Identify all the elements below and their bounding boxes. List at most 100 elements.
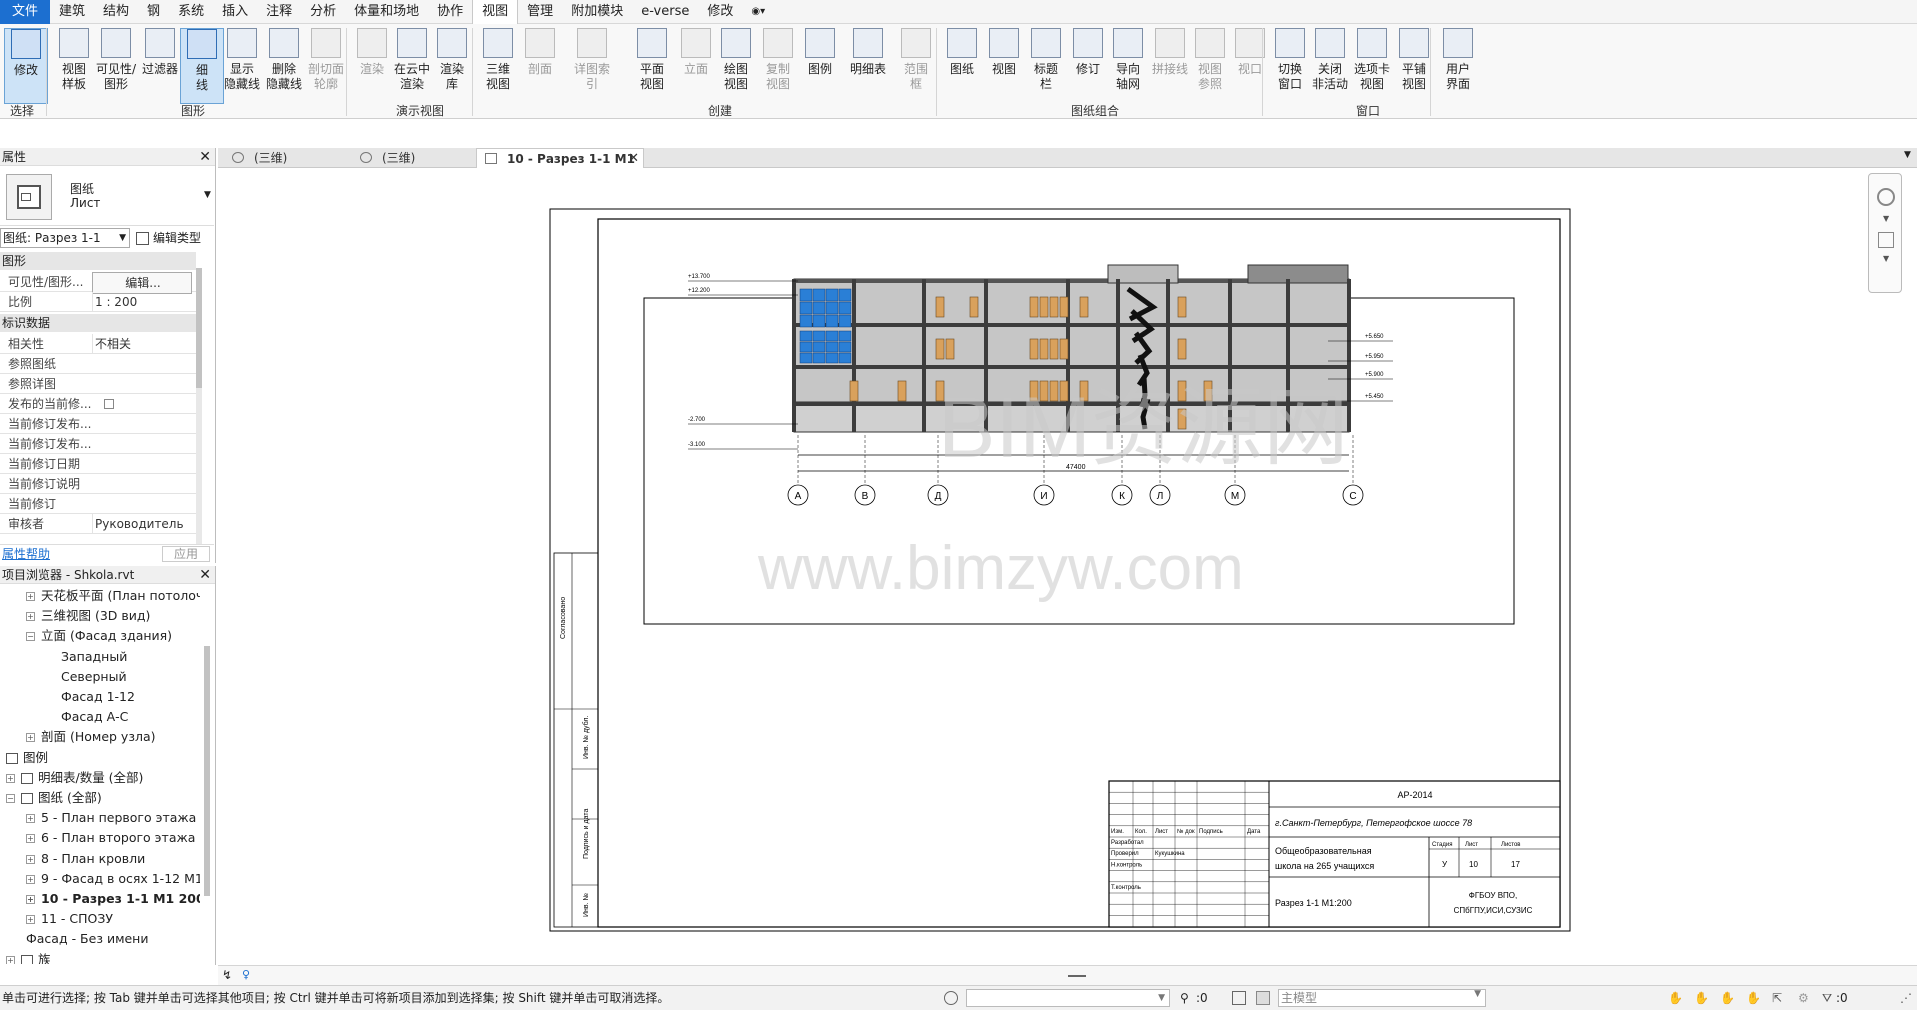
category-identity[interactable]: 标识数据 xyxy=(0,314,196,332)
ribbon-tool-0[interactable]: 修改 xyxy=(4,28,48,104)
ribbon-tool-8[interactable]: 渲染 xyxy=(350,28,394,104)
browser-item[interactable]: +10 - Разрез 1-1 М1 200 xyxy=(26,889,200,909)
browser-item[interactable]: + 明细表/数量 (全部) xyxy=(6,768,143,788)
property-row[interactable]: 参照图纸 xyxy=(0,354,196,374)
property-row[interactable]: 审核者 Руководитель xyxy=(0,514,196,534)
properties-scrollbar[interactable] xyxy=(196,268,202,544)
ribbon-tool-12[interactable]: 剖面 xyxy=(518,28,562,104)
menu-item-13[interactable]: e-verse xyxy=(632,0,698,24)
ribbon-tool-33[interactable]: 用户 界面 xyxy=(1436,28,1480,104)
close-icon[interactable]: ✕ xyxy=(628,149,639,169)
property-row[interactable]: 当前修订发布... xyxy=(0,414,196,434)
property-row[interactable]: 发布的当前修... xyxy=(0,394,196,414)
property-row[interactable]: 当前修订发布... xyxy=(0,434,196,454)
collapse-icon[interactable]: − xyxy=(6,794,15,803)
ribbon-tool-20[interactable]: 范围 框 xyxy=(894,28,938,104)
browser-item[interactable]: + 天花板平面 (План потолоч xyxy=(26,586,200,606)
menu-item-10[interactable]: 视图 xyxy=(472,0,519,24)
menu-item-9[interactable]: 协作 xyxy=(428,0,472,24)
property-value[interactable]: 不相关 xyxy=(92,334,192,354)
ribbon-tool-3[interactable]: 过滤器 xyxy=(138,28,182,104)
category-graphics[interactable]: 图形 xyxy=(0,252,196,270)
ribbon-tool-28[interactable]: 视口 xyxy=(1228,28,1272,104)
browser-item[interactable]: Фасад 1-12 xyxy=(46,687,135,707)
menu-item-3[interactable]: 钢 xyxy=(138,0,169,24)
property-value[interactable]: 编辑... xyxy=(92,272,192,294)
visual-style-icon[interactable]: ↯ xyxy=(222,968,232,982)
tab-1[interactable]: (三维) xyxy=(352,148,472,168)
chevron-down-icon[interactable]: ▼ xyxy=(1883,254,1889,263)
expand-icon[interactable]: + xyxy=(6,955,15,964)
browser-item[interactable]: + 三维视图 (3D вид) xyxy=(26,606,150,626)
menu-item-8[interactable]: 体量和场地 xyxy=(345,0,428,24)
browser-item[interactable]: +8 - План кровли xyxy=(26,849,145,869)
expand-icon[interactable]: + xyxy=(26,592,35,601)
expand-icon[interactable]: + xyxy=(26,874,35,884)
property-row[interactable]: 当前修订 xyxy=(0,494,196,514)
ribbon-tool-21[interactable]: 图纸 xyxy=(940,28,984,104)
browser-item[interactable]: − 图纸 (全部) xyxy=(6,788,102,808)
property-row[interactable]: 当前修订说明 xyxy=(0,474,196,494)
browser-item[interactable]: Северный xyxy=(46,667,127,687)
browser-item[interactable]: + 族 xyxy=(6,950,51,964)
type-selector[interactable]: 图纸 Лист ▼ xyxy=(0,168,214,226)
design-options-icon[interactable] xyxy=(1232,991,1246,1005)
ribbon-tool-29[interactable]: 切换 窗口 xyxy=(1268,28,1312,104)
browser-item[interactable]: − 立面 (Фасад здания) xyxy=(26,626,172,646)
browser-item[interactable]: 图例 xyxy=(6,748,48,768)
chevron-down-icon[interactable]: ▼ xyxy=(1883,214,1889,223)
ribbon-tool-15[interactable]: 立面 xyxy=(674,28,718,104)
expand-icon[interactable]: + xyxy=(6,773,15,783)
resize-handle[interactable] xyxy=(1068,975,1086,977)
browser-item[interactable]: Фасад - Без имени xyxy=(26,929,148,949)
properties-help-link[interactable]: 属性帮助 xyxy=(2,545,50,563)
ribbon-tool-10[interactable]: 渲染 库 xyxy=(430,28,474,104)
ribbon-tool-13[interactable]: 详图索引 xyxy=(570,28,614,104)
select-face-icon[interactable]: ✋ xyxy=(1746,986,1761,1010)
tab-2[interactable]: 10 - Разрез 1-1 М1 200✕ xyxy=(476,148,644,186)
browser-item[interactable]: +6 - План второго этажа н xyxy=(26,828,200,848)
menu-item-7[interactable]: 分析 xyxy=(301,0,345,24)
close-icon[interactable]: ✕ xyxy=(199,148,211,166)
ribbon-tool-1[interactable]: 视图 样板 xyxy=(52,28,96,104)
property-value[interactable]: Руководитель xyxy=(92,514,192,534)
filter-icon[interactable]: ⛛ xyxy=(1822,986,1832,1010)
ribbon-tool-17[interactable]: 复制 视图 xyxy=(756,28,800,104)
ribbon-tool-24[interactable]: 修订 xyxy=(1066,28,1110,104)
browser-item[interactable]: + 剖面 (Номер узла) xyxy=(26,727,156,747)
browser-item[interactable]: +9 - Фасад в осях 1-12 М1 xyxy=(26,869,200,889)
pin-icon[interactable]: ♀ xyxy=(242,968,250,981)
background-process-icon[interactable]: ⚙ xyxy=(1798,986,1809,1010)
ribbon-tool-19[interactable]: 明细表 xyxy=(846,28,890,104)
browser-item[interactable]: +11 - СПОЗУ xyxy=(26,909,113,929)
ribbon-tool-22[interactable]: 视图 xyxy=(982,28,1026,104)
ribbon-tool-7[interactable]: 剖切面 轮廓 xyxy=(304,28,348,104)
property-row[interactable]: 比例 1 : 200 xyxy=(0,292,196,312)
ribbon-tool-25[interactable]: 导向 轴网 xyxy=(1106,28,1150,104)
edit-request-icon[interactable]: ⚲ xyxy=(1180,986,1189,1010)
ribbon-options-icon[interactable]: ◉▾ xyxy=(742,0,774,24)
property-row[interactable]: 参照详图 xyxy=(0,374,196,394)
edit-type-button[interactable]: 编辑类型 xyxy=(136,228,201,248)
expand-icon[interactable]: + xyxy=(26,915,35,925)
ribbon-tool-16[interactable]: 绘图 视图 xyxy=(714,28,758,104)
expand-icon[interactable]: + xyxy=(26,814,35,824)
ribbon-tool-4[interactable]: 细 线 xyxy=(180,28,224,104)
select-underlay-icon[interactable]: ✋ xyxy=(1694,986,1709,1010)
ribbon-tool-5[interactable]: 显示 隐藏线 xyxy=(220,28,264,104)
menu-item-1[interactable]: 建筑 xyxy=(50,0,94,24)
tabs-menu-icon[interactable]: ▼ xyxy=(1904,150,1911,160)
expand-icon[interactable]: + xyxy=(26,733,35,743)
menu-item-2[interactable]: 结构 xyxy=(94,0,138,24)
workset-selector[interactable]: ▼ xyxy=(966,989,1170,1007)
zoom-icon[interactable] xyxy=(1878,232,1894,248)
worksets-icon[interactable] xyxy=(944,991,958,1005)
ribbon-tool-23[interactable]: 标题 栏 xyxy=(1024,28,1068,104)
ribbon-tool-6[interactable]: 删除 隐藏线 xyxy=(262,28,306,104)
ribbon-tool-31[interactable]: 选项卡 视图 xyxy=(1350,28,1394,104)
ribbon-tool-30[interactable]: 关闭 非活动 xyxy=(1308,28,1352,104)
select-pinned-icon[interactable]: ✋ xyxy=(1720,986,1735,1010)
expand-icon[interactable]: + xyxy=(26,612,35,622)
collapse-icon[interactable]: − xyxy=(26,632,35,642)
design-option-selector[interactable]: 主模型 ▼ xyxy=(1278,989,1486,1007)
